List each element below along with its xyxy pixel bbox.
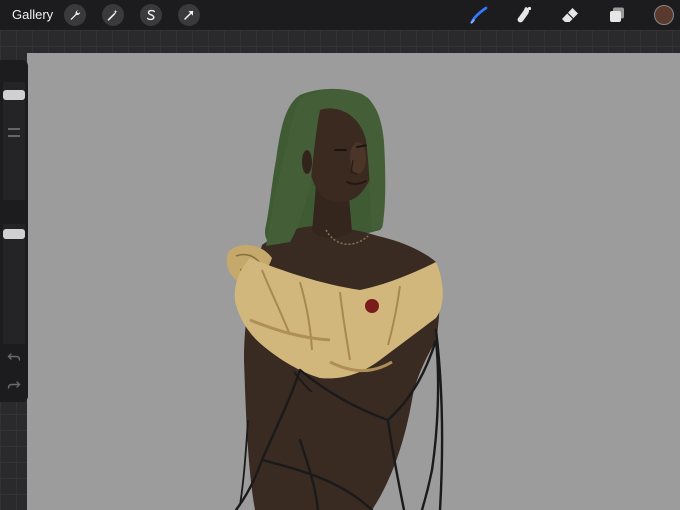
wrench-icon bbox=[70, 10, 81, 20]
transform-button[interactable] bbox=[178, 4, 200, 26]
portrait-artwork bbox=[226, 88, 444, 510]
left-sidebar bbox=[0, 60, 28, 402]
actions-button[interactable] bbox=[64, 4, 86, 26]
magic-wand-icon bbox=[107, 9, 118, 21]
slider-tick bbox=[8, 135, 20, 137]
adjustments-button[interactable] bbox=[102, 4, 124, 26]
redo-icon[interactable] bbox=[7, 378, 21, 392]
brush-icon[interactable] bbox=[469, 5, 489, 25]
smudge-icon[interactable] bbox=[514, 5, 534, 25]
layers-icon[interactable] bbox=[607, 5, 627, 25]
undo-icon[interactable] bbox=[7, 350, 21, 364]
top-toolbar: Gallery bbox=[0, 0, 680, 30]
eraser-icon[interactable] bbox=[560, 5, 580, 25]
gallery-button[interactable]: Gallery bbox=[12, 7, 53, 22]
arrow-transform-icon bbox=[184, 10, 194, 20]
drawing-canvas[interactable] bbox=[27, 53, 680, 510]
brush-size-thumb[interactable] bbox=[3, 90, 25, 100]
brooch bbox=[365, 299, 379, 313]
selection-s-icon bbox=[146, 9, 155, 21]
opacity-slider[interactable] bbox=[3, 224, 25, 344]
opacity-thumb[interactable] bbox=[3, 229, 25, 239]
slider-tick bbox=[8, 128, 20, 130]
color-picker-button[interactable] bbox=[654, 5, 674, 25]
selection-button[interactable] bbox=[140, 4, 162, 26]
